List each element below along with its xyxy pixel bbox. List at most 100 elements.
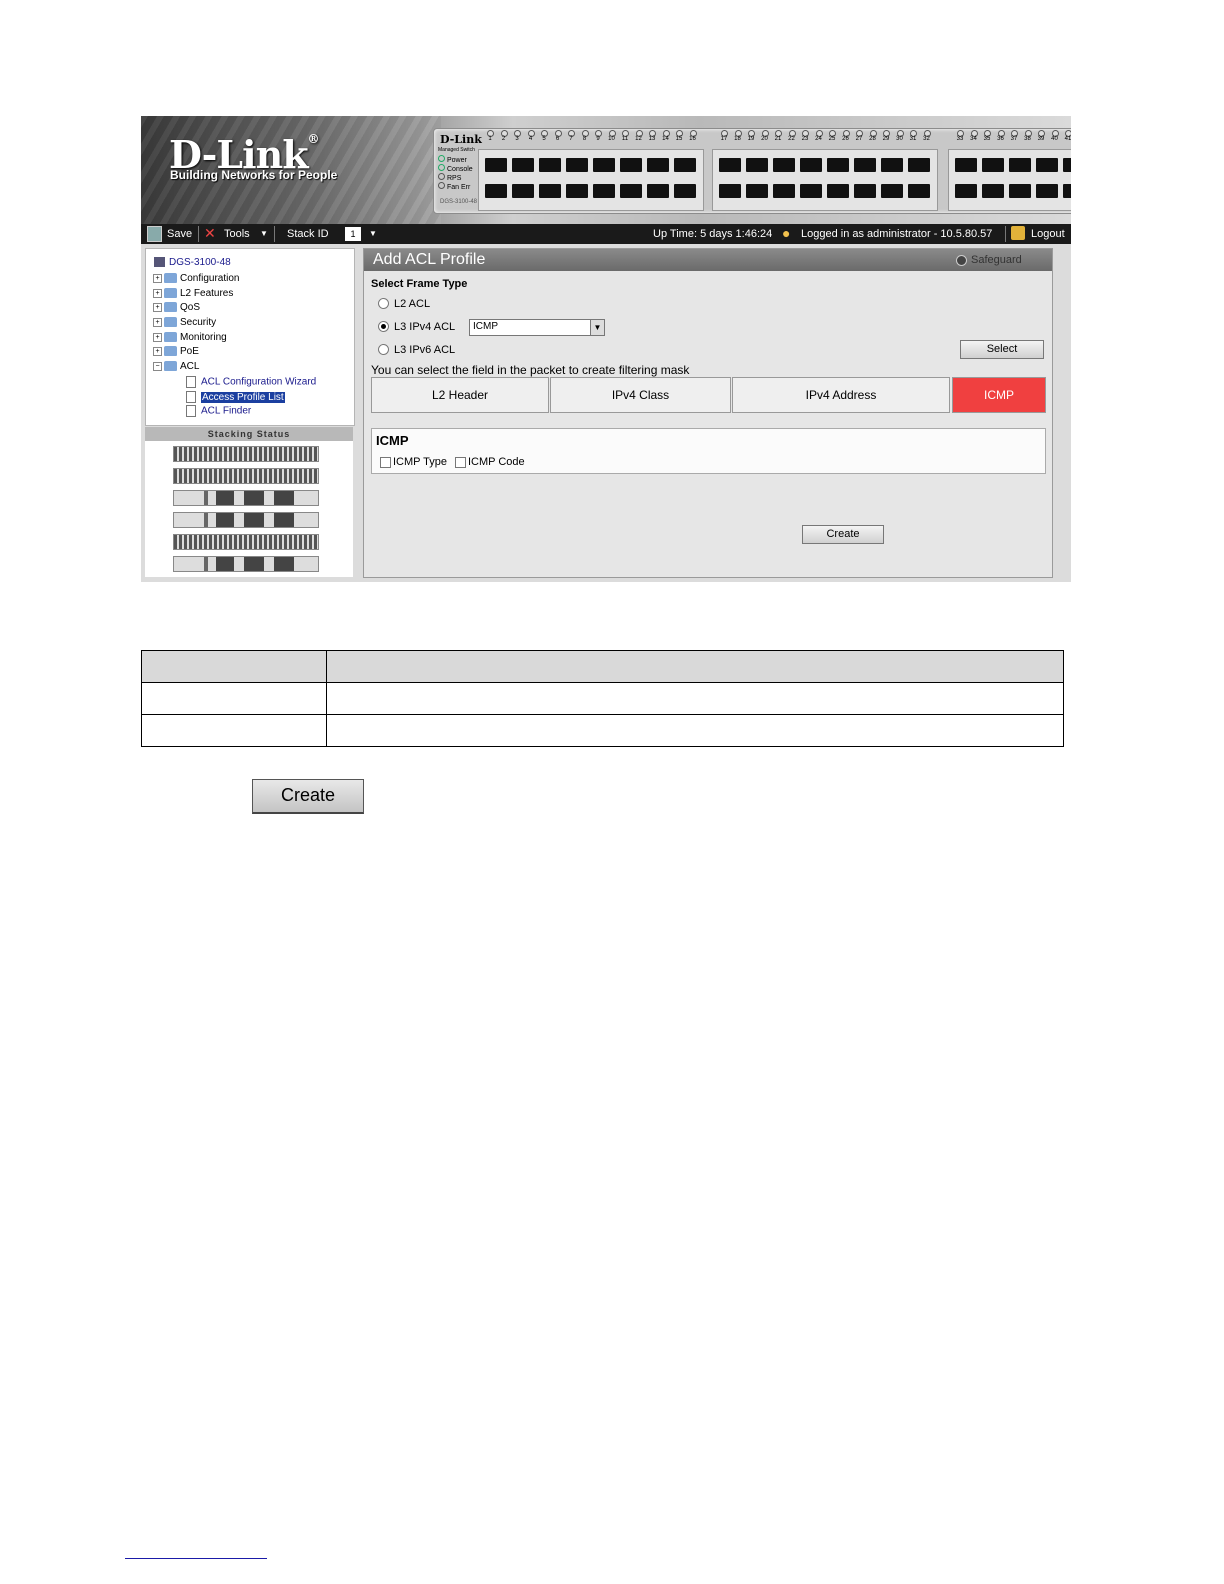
switch-port[interactable]: [982, 158, 1004, 172]
switch-port[interactable]: [955, 158, 977, 172]
switch-port[interactable]: [1009, 158, 1031, 172]
switch-port[interactable]: [746, 184, 768, 198]
tree-item-acl-configuration-wizard[interactable]: ACL Configuration Wizard: [186, 376, 316, 388]
switch-port[interactable]: [827, 184, 849, 198]
switch-port[interactable]: [800, 158, 822, 172]
switch-port[interactable]: [485, 158, 507, 172]
switch-port[interactable]: [746, 158, 768, 172]
stack-unit-5[interactable]: [173, 534, 319, 550]
switch-port[interactable]: [620, 184, 642, 198]
l2-acl-radio[interactable]: [378, 298, 389, 309]
port-number: 33: [956, 136, 964, 142]
expand-icon[interactable]: +: [153, 273, 162, 283]
switch-port[interactable]: [566, 184, 588, 198]
expand-icon[interactable]: +: [153, 332, 162, 342]
collapse-icon[interactable]: −: [153, 361, 162, 371]
save-button[interactable]: Save: [167, 228, 192, 240]
switch-port[interactable]: [1036, 158, 1058, 172]
switch-port[interactable]: [773, 158, 795, 172]
switch-port[interactable]: [1009, 184, 1031, 198]
l3-ipv6-acl-radio[interactable]: [378, 344, 389, 355]
port-number: 35: [983, 136, 991, 142]
tree-item-acl[interactable]: − ACL: [153, 361, 199, 372]
switch-port[interactable]: [620, 158, 642, 172]
table-cell: [326, 650, 1064, 683]
switch-port[interactable]: [827, 158, 849, 172]
tree-item-acl-finder[interactable]: ACL Finder: [186, 405, 251, 417]
stack-unit-3[interactable]: [173, 490, 319, 506]
port-number: 36: [997, 136, 1004, 142]
tools-menu[interactable]: Tools: [224, 228, 250, 240]
stack-unit-2[interactable]: [173, 468, 319, 484]
logout-icon[interactable]: [1011, 226, 1025, 240]
switch-port[interactable]: [1036, 184, 1058, 198]
icmp-type-checkbox[interactable]: [380, 457, 391, 468]
document-create-button[interactable]: Create: [252, 779, 364, 814]
tree-item-l2-features[interactable]: + L2 Features: [153, 288, 233, 299]
tab-icmp[interactable]: ICMP: [952, 377, 1046, 413]
expand-icon[interactable]: +: [153, 346, 162, 356]
ipv4-protocol-select[interactable]: ICMP ▼: [469, 319, 605, 336]
expand-icon[interactable]: +: [153, 288, 162, 298]
select-button[interactable]: Select: [960, 340, 1044, 359]
switch-port[interactable]: [719, 184, 741, 198]
switch-port[interactable]: [773, 184, 795, 198]
switch-port[interactable]: [539, 184, 561, 198]
dropdown-arrow-icon[interactable]: ▼: [590, 320, 604, 335]
create-button[interactable]: Create: [802, 525, 884, 544]
l3-ipv4-acl-radio[interactable]: [378, 321, 389, 332]
folder-icon: [164, 273, 177, 284]
logout-button[interactable]: Logout: [1031, 228, 1065, 240]
switch-port[interactable]: [674, 158, 696, 172]
switch-port[interactable]: [881, 184, 903, 198]
expand-icon[interactable]: +: [153, 302, 162, 312]
switch-port[interactable]: [674, 184, 696, 198]
stack-unit-1[interactable]: [173, 446, 319, 462]
tree-item-poe[interactable]: + PoE: [153, 346, 199, 357]
switch-port[interactable]: [485, 184, 507, 198]
expand-icon[interactable]: +: [153, 317, 162, 327]
switch-port[interactable]: [647, 158, 669, 172]
stack-id-select[interactable]: 1: [345, 227, 361, 241]
tree-item-qos[interactable]: + QoS: [153, 302, 200, 313]
switch-port[interactable]: [1063, 184, 1071, 198]
switch-port[interactable]: [647, 184, 669, 198]
switch-front-panel[interactable]: D-Link Managed Switch Power Console RPS …: [433, 128, 1071, 214]
switch-port[interactable]: [908, 184, 930, 198]
switch-port[interactable]: [719, 158, 741, 172]
switch-port[interactable]: [982, 184, 1004, 198]
switch-port[interactable]: [512, 158, 534, 172]
icmp-section-title: ICMP: [376, 433, 409, 448]
switch-port[interactable]: [800, 184, 822, 198]
switch-port[interactable]: [854, 184, 876, 198]
switch-port[interactable]: [881, 158, 903, 172]
tab-ipv4-address[interactable]: IPv4 Address: [732, 377, 950, 413]
tree-item-monitoring[interactable]: + Monitoring: [153, 332, 227, 343]
table-cell: [141, 682, 327, 715]
port-number: 10: [608, 136, 615, 142]
tools-dropdown-icon[interactable]: ▼: [260, 229, 268, 238]
stack-unit-6[interactable]: [173, 556, 319, 572]
switch-port[interactable]: [955, 184, 977, 198]
switch-port[interactable]: [593, 158, 615, 172]
page-title: Add ACL Profile: [373, 251, 486, 268]
tree-item-access-profile-list[interactable]: Access Profile List: [186, 391, 285, 403]
switch-port[interactable]: [1063, 158, 1071, 172]
icmp-code-checkbox[interactable]: [455, 457, 466, 468]
stack-unit-4[interactable]: [173, 512, 319, 528]
switch-port[interactable]: [512, 184, 534, 198]
tree-root[interactable]: DGS-3100-48: [154, 257, 231, 268]
port-number: 31: [909, 136, 917, 142]
stack-id-dropdown-icon[interactable]: ▼: [369, 229, 377, 238]
switch-port[interactable]: [566, 158, 588, 172]
tree-item-security[interactable]: + Security: [153, 317, 216, 328]
switch-port[interactable]: [593, 184, 615, 198]
tab-l2-header[interactable]: L2 Header: [371, 377, 549, 413]
tab-ipv4-class[interactable]: IPv4 Class: [550, 377, 731, 413]
page-icon: [186, 391, 196, 403]
tree-item-configuration[interactable]: + Configuration: [153, 273, 239, 284]
switch-port[interactable]: [908, 158, 930, 172]
switch-port[interactable]: [854, 158, 876, 172]
port-number: 22: [788, 136, 795, 142]
switch-port[interactable]: [539, 158, 561, 172]
